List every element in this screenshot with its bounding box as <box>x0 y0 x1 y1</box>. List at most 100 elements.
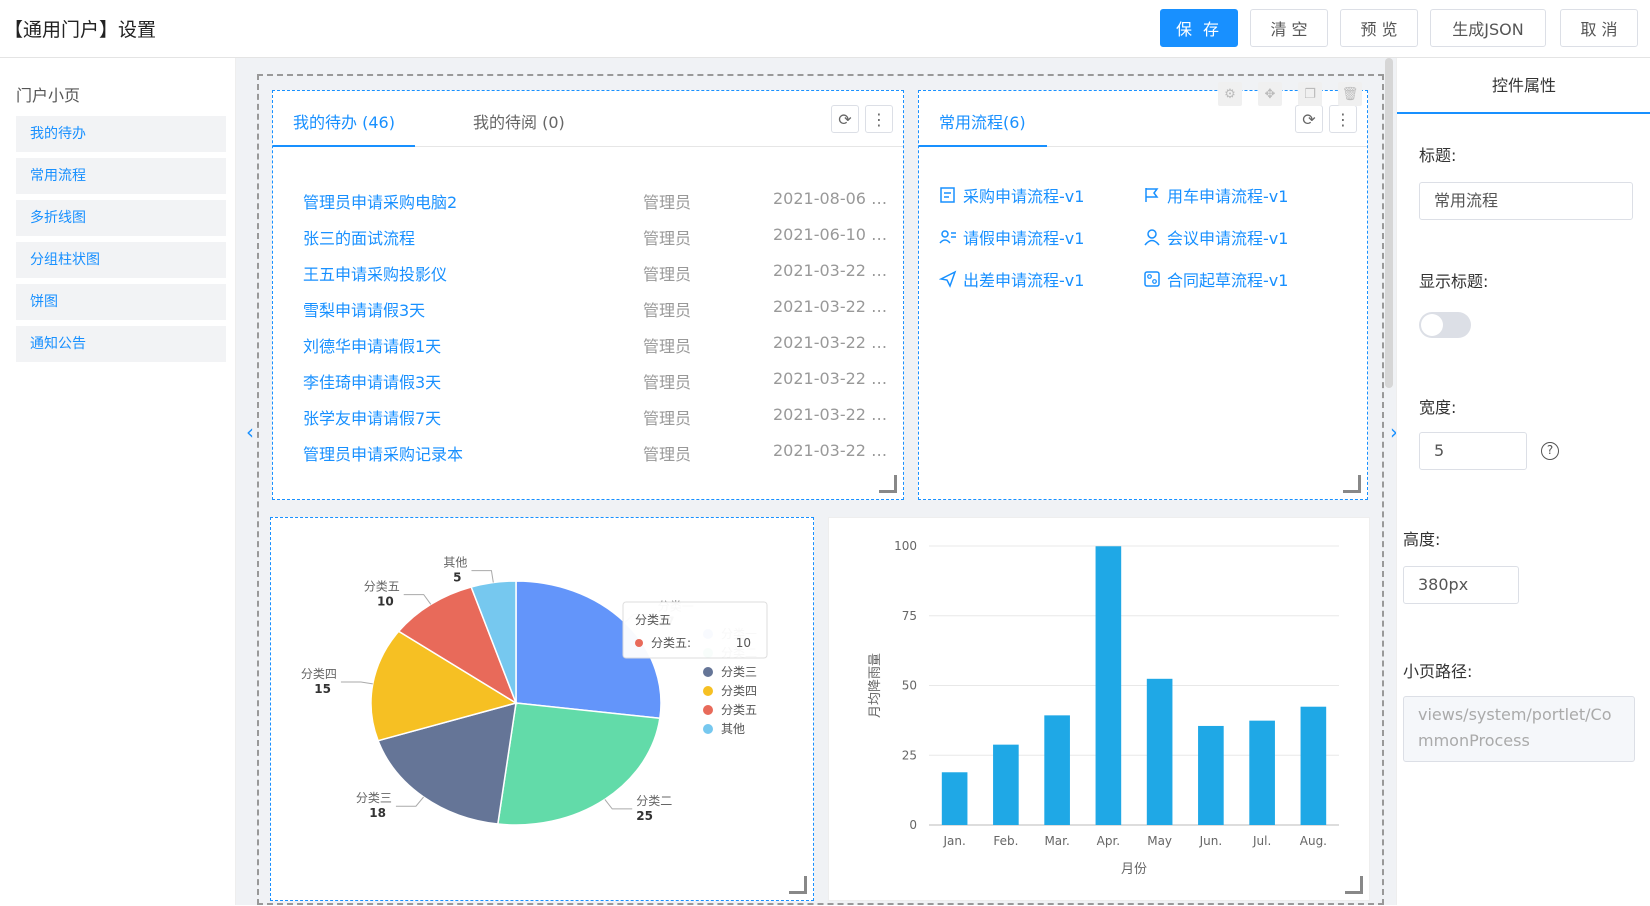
flow-item[interactable]: 合同起草流程-v1 <box>1143 267 1288 291</box>
legend-marker <box>703 667 713 677</box>
pie-slice-label: 分类二 <box>636 794 672 808</box>
send-icon <box>939 270 957 288</box>
pie-slice-label: 分类五 <box>364 580 400 594</box>
todo-title[interactable]: 刘德华申请请假1天 <box>303 333 441 357</box>
resize-handle[interactable] <box>789 876 807 894</box>
legend-item: 其他 <box>721 722 745 736</box>
move-icon[interactable]: ✥ <box>1258 82 1282 106</box>
cancel-button[interactable]: 取 消 <box>1560 9 1638 47</box>
y-tick-label: 100 <box>894 539 917 553</box>
width-label: 宽度: <box>1419 398 1457 417</box>
bar <box>941 772 968 825</box>
legend-item: 分类三 <box>721 665 757 679</box>
flag-icon <box>1145 188 1159 202</box>
sidebar-item-common-flow[interactable]: 常用流程 <box>16 158 226 194</box>
title-input[interactable]: 常用流程 <box>1419 182 1633 220</box>
pie-leader-line <box>604 799 633 810</box>
help-icon[interactable]: ? <box>1541 442 1559 460</box>
flow-label: 合同起草流程-v1 <box>1167 271 1289 290</box>
todo-title[interactable]: 张三的面试流程 <box>303 225 415 249</box>
todo-title[interactable]: 李佳琦申请请假3天 <box>303 369 441 393</box>
more-icon[interactable]: ⋮ <box>1329 105 1357 133</box>
flow-item[interactable]: 采购申请流程-v1 <box>939 183 1084 207</box>
height-label: 高度: <box>1403 530 1441 549</box>
pie-slice-value: 18 <box>369 806 386 820</box>
refresh-icon[interactable]: ⟳ <box>1295 105 1323 133</box>
sidebar-item-notice[interactable]: 通知公告 <box>16 326 226 362</box>
flow-label: 出差申请流程-v1 <box>963 271 1085 290</box>
resize-handle[interactable] <box>1343 475 1361 493</box>
form-icon <box>940 187 955 203</box>
sidebar-item-grouped-bar[interactable]: 分组柱状图 <box>16 242 226 278</box>
pie-slice-value: 25 <box>636 809 653 823</box>
settings-icon[interactable]: ⚙ <box>1218 82 1242 106</box>
pie-slice-label: 分类四 <box>301 667 337 681</box>
pie-chart-panel: 分类一27分类二25分类三18分类四15分类五10其他5分类一分类二分类三分类四… <box>270 517 814 901</box>
y-tick-label: 0 <box>909 818 917 832</box>
pie-slice-value: 15 <box>314 682 331 696</box>
y-tick-label: 25 <box>902 748 917 762</box>
pie-chart: 分类一27分类二25分类三18分类四15分类五10其他5分类一分类二分类三分类四… <box>301 556 768 826</box>
todo-title[interactable]: 张学友申请请假7天 <box>303 405 441 429</box>
portlet-sidebar: 门户小页 我的待办 常用流程 多折线图 分组柱状图 饼图 通知公告 <box>0 58 236 905</box>
todo-title[interactable]: 王五申请采购投影仪 <box>303 261 447 285</box>
properties-panel: 控件属性 标题: 常用流程 显示标题: 宽度: 5 ? 高度: 380px 小页… <box>1385 58 1650 905</box>
save-button[interactable]: 保 存 <box>1160 9 1238 47</box>
todo-date: 2021-06-10 2... <box>773 225 895 244</box>
collapse-left-arrow-icon[interactable]: ‹ <box>246 420 254 444</box>
pie-leader-line <box>395 796 424 807</box>
legend-marker <box>703 705 713 715</box>
more-icon[interactable]: ⋮ <box>865 105 893 133</box>
active-tab-underline <box>919 145 1047 147</box>
tab-common-flow[interactable]: 常用流程(6) <box>939 109 1026 133</box>
legend-item: 分类五 <box>721 703 757 717</box>
flow-label: 采购申请流程-v1 <box>963 187 1085 206</box>
y-axis-label: 月均降雨量 <box>868 653 883 718</box>
clear-button[interactable]: 清 空 <box>1250 9 1328 47</box>
todo-user: 管理员 <box>643 229 692 248</box>
x-axis-label: 月份 <box>1121 862 1147 877</box>
flow-item[interactable]: 会议申请流程-v1 <box>1143 225 1288 249</box>
sidebar-item-todo[interactable]: 我的待办 <box>16 116 226 152</box>
tooltip-marker <box>635 639 643 647</box>
tab-my-todo[interactable]: 我的待办 (46) <box>293 109 395 133</box>
generate-json-button[interactable]: 生成JSON <box>1430 9 1546 47</box>
delete-icon[interactable]: 🗑 <box>1338 82 1362 106</box>
flow-item[interactable]: 出差申请流程-v1 <box>939 267 1084 291</box>
todo-title[interactable]: 管理员申请采购电脑2 <box>303 189 457 213</box>
flow-panel: 常用流程(6) ⟳ ⋮ 采购申请流程-v1 用车申请流程-v1 请假申请流程-v… <box>918 90 1368 500</box>
resize-handle[interactable] <box>1345 876 1363 894</box>
todo-title[interactable]: 管理员申请采购记录本 <box>303 441 463 465</box>
y-tick-label: 50 <box>902 679 917 693</box>
todo-date: 2021-08-06 1... <box>773 189 895 208</box>
flow-item[interactable]: 请假申请流程-v1 <box>939 225 1084 249</box>
title-label: 标题: <box>1419 146 1457 165</box>
pie-leader-line <box>340 681 373 685</box>
refresh-icon[interactable]: ⟳ <box>831 105 859 133</box>
sidebar-item-pie[interactable]: 饼图 <box>16 284 226 320</box>
height-input[interactable]: 380px <box>1403 566 1519 604</box>
todo-title[interactable]: 雪梨申请请假3天 <box>303 297 425 321</box>
todo-panel: 我的待办 (46) 我的待阅 (0) ⟳ ⋮ 管理员申请采购电脑2 管理员 20… <box>272 90 904 500</box>
x-tick-label: Aug. <box>1300 834 1327 848</box>
canvas-scrollbar[interactable] <box>1385 58 1393 388</box>
list-item: 王五申请采购投影仪 管理员 2021-03-22 2... <box>303 261 895 287</box>
path-label: 小页路径: <box>1403 662 1473 681</box>
todo-user: 管理员 <box>643 337 692 356</box>
flow-item[interactable]: 用车申请流程-v1 <box>1143 183 1288 207</box>
legend-marker <box>703 686 713 696</box>
preview-button[interactable]: 预 览 <box>1340 9 1418 47</box>
todo-user: 管理员 <box>643 193 692 212</box>
tab-my-read[interactable]: 我的待阅 (0) <box>473 109 565 133</box>
pie-slice-value: 10 <box>377 595 394 609</box>
properties-header: 控件属性 <box>1397 58 1650 114</box>
sidebar-item-multi-line[interactable]: 多折线图 <box>16 200 226 236</box>
show-title-toggle[interactable] <box>1419 312 1471 338</box>
flow-label: 用车申请流程-v1 <box>1167 187 1289 206</box>
resize-handle[interactable] <box>879 475 897 493</box>
copy-icon[interactable]: ❐ <box>1298 82 1322 106</box>
sidebar-title: 门户小页 <box>16 86 81 105</box>
todo-tabs: 我的待办 (46) 我的待阅 (0) ⟳ ⋮ <box>273 91 903 147</box>
width-input[interactable]: 5 <box>1419 432 1527 470</box>
todo-date: 2021-03-22 2... <box>773 405 895 424</box>
